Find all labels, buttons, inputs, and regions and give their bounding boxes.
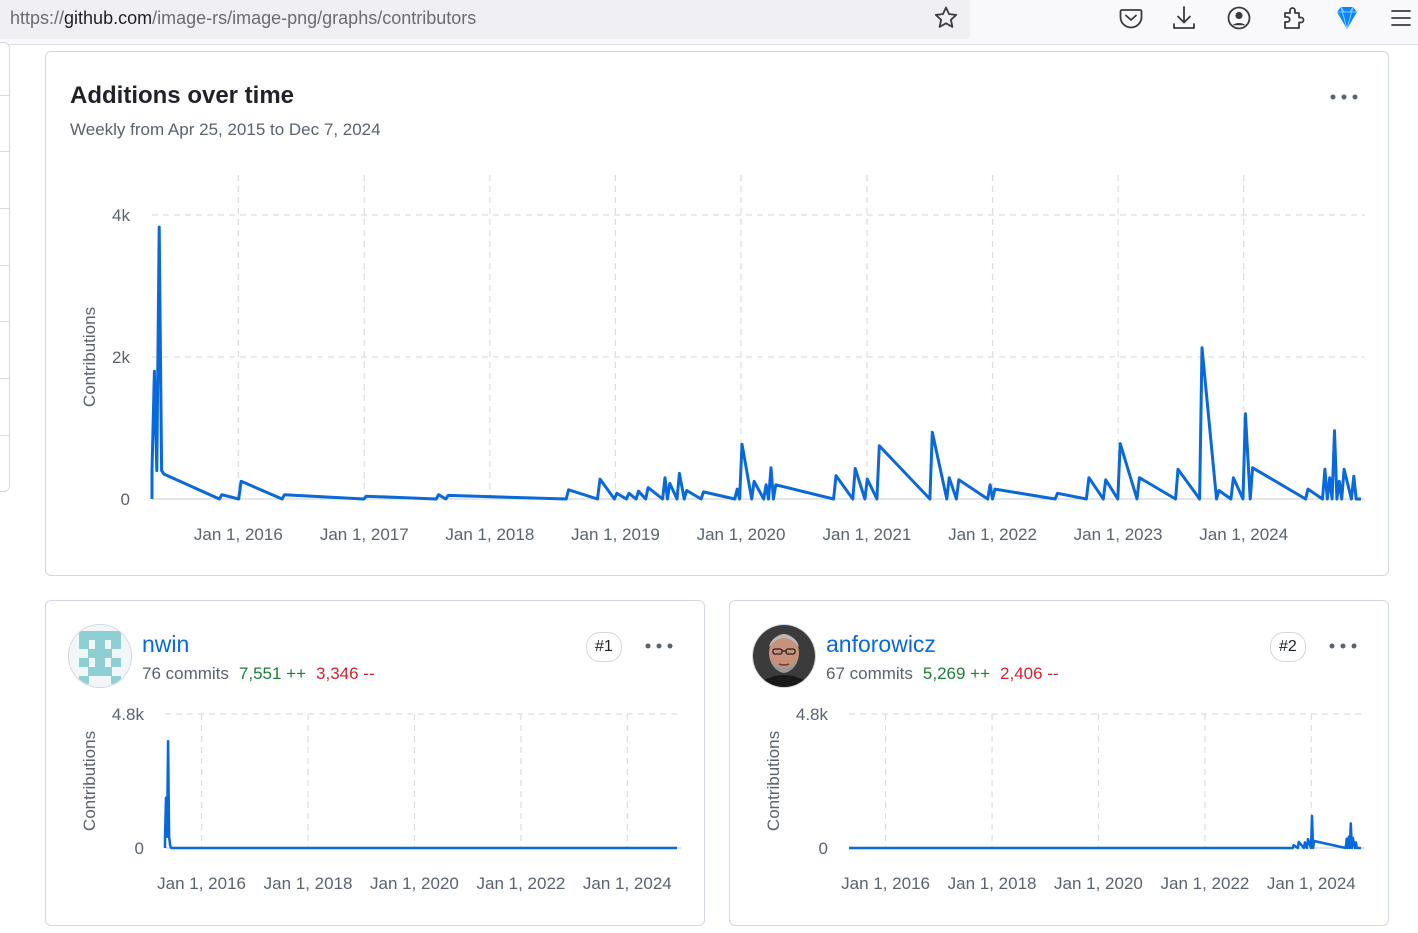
x-tick-label: Jan 1, 2024 [1199,525,1288,544]
url-text[interactable]: https://github.com/image-rs/image-png/gr… [10,8,476,29]
x-tick-label: Jan 1, 2016 [157,874,246,893]
contributor-line-chart: 0 4.8k Jan 1, 2016 Jan 1, 2018 Jan 1, 2020 Ja… [80,705,681,893]
download-icon[interactable] [1169,3,1199,33]
address-bar[interactable]: https://github.com/image-rs/image-png/gr… [0,0,970,39]
account-icon[interactable] [1224,3,1254,33]
menu-icon[interactable] [1386,3,1416,33]
x-tick-label: Jan 1, 2020 [697,525,786,544]
x-tick-label: Jan 1, 2018 [948,874,1037,893]
contributor-card: nwin 76 commits 7,551 ++ 3,346 -- #1 0 4.8k… [45,600,705,926]
y-axis-title: Contributions [80,307,99,407]
x-tick-label: Jan 1, 2020 [370,874,459,893]
x-tick-label: Jan 1, 2023 [1074,525,1163,544]
y-tick-label: 4k [112,206,130,225]
url-path: /image-rs/image-png/graphs/contributors [152,8,477,28]
x-tick-label: Jan 1, 2022 [1161,874,1250,893]
side-panel-edge [0,42,10,492]
url-host: github.com [64,8,153,28]
x-tick-label: Jan 1, 2020 [1054,874,1143,893]
y-tick-label: 0 [135,839,144,858]
contributor-line-chart: 0 4.8k Jan 1, 2016 Jan 1, 2018 Jan 1, 2020 Ja… [764,705,1365,893]
additions-line-chart: 0 2k 4k Jan 1, 2016 Jan 1, 2017 Jan 1, 2018 Ja… [80,175,1365,544]
diamond-extension-icon[interactable] [1332,3,1362,33]
y-tick-label: 2k [112,348,130,367]
series-line [163,739,677,850]
x-tick-label: Jan 1, 2018 [445,525,534,544]
x-tick-label: Jan 1, 2024 [1267,874,1356,893]
x-tick-label: Jan 1, 2016 [841,874,930,893]
bookmark-star-icon[interactable] [931,3,961,33]
y-tick-label: 4.8k [112,705,145,724]
additions-chart-card: Additions over time Weekly from Apr 25, … [45,51,1389,576]
y-axis-title: Contributions [764,731,783,831]
series-line [849,814,1361,850]
y-tick-label: 4.8k [796,705,829,724]
y-tick-label: 0 [819,839,828,858]
pocket-icon[interactable] [1116,3,1146,33]
x-tick-label: Jan 1, 2016 [194,525,283,544]
x-tick-label: Jan 1, 2021 [823,525,912,544]
series-line [150,225,1361,501]
y-axis-title: Contributions [80,731,99,831]
url-prefix: https:// [10,8,65,28]
x-tick-label: Jan 1, 2018 [264,874,353,893]
browser-toolbar: https://github.com/image-rs/image-png/gr… [0,0,1418,45]
x-tick-label: Jan 1, 2022 [948,525,1037,544]
x-tick-label: Jan 1, 2019 [571,525,660,544]
x-tick-label: Jan 1, 2024 [583,874,672,893]
contributor-card: anforowicz 67 commits 5,269 ++ 2,406 -- #2… [729,600,1389,926]
x-tick-label: Jan 1, 2017 [320,525,409,544]
x-tick-label: Jan 1, 2022 [477,874,566,893]
y-tick-label: 0 [121,490,130,509]
extensions-icon[interactable] [1278,3,1308,33]
